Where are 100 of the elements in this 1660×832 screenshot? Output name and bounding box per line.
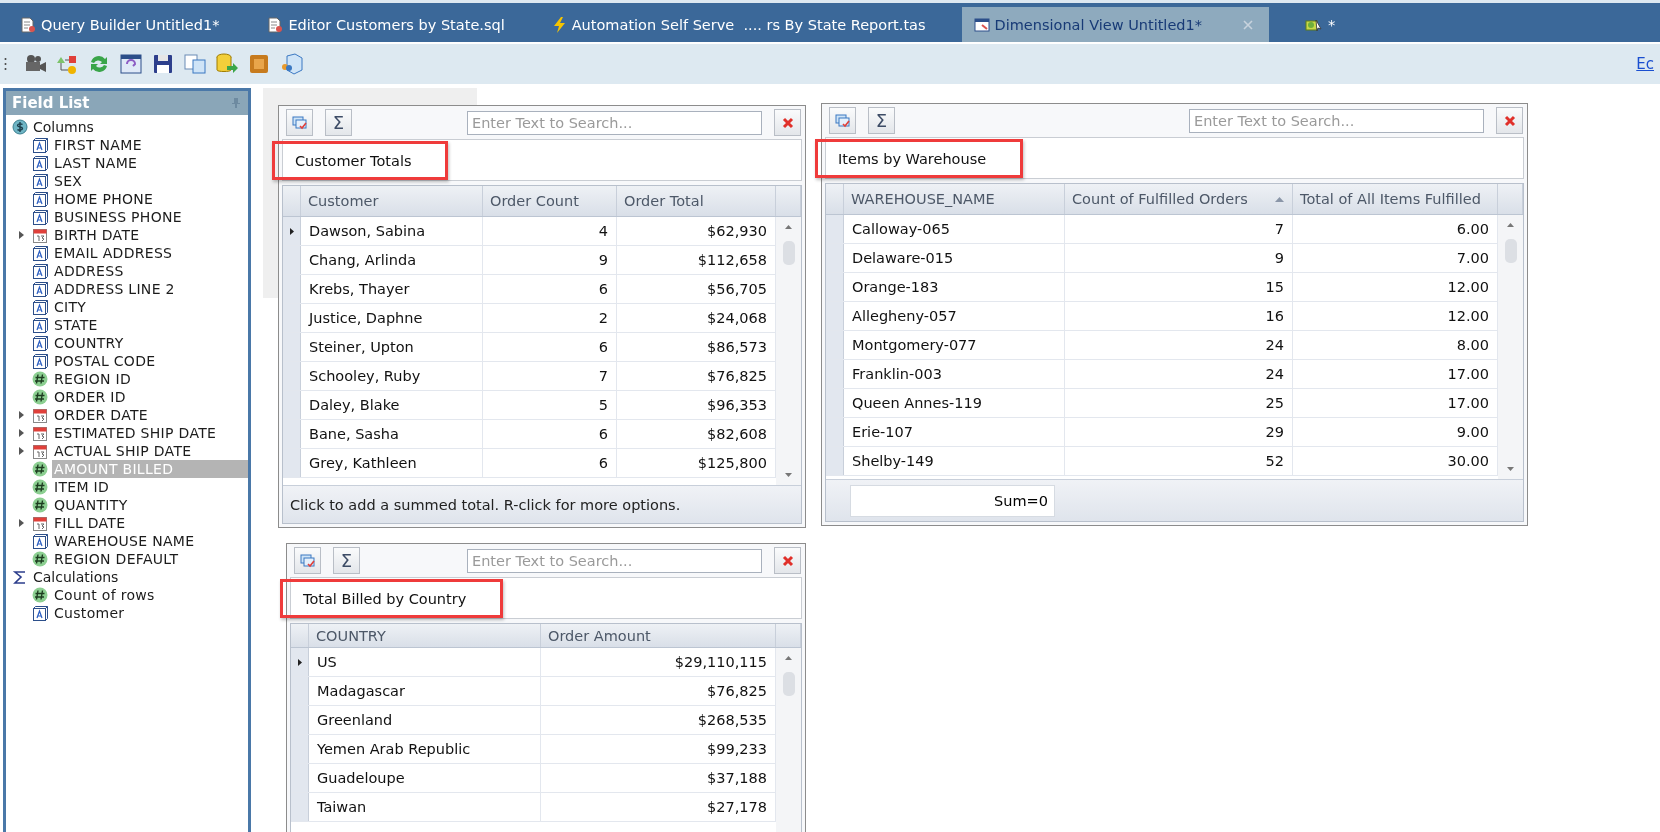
field-item[interactable]: REGION DEFAULT [52,550,181,568]
text-field-icon [32,245,48,261]
scroll-up-icon[interactable] [785,656,792,661]
expand-arrow-icon[interactable] [19,447,24,455]
document-tab[interactable]: Editor Customers by State.sql [255,7,517,42]
column-header[interactable]: Count of Fulfilled Orders [1065,184,1293,214]
diagram-icon[interactable] [55,53,79,75]
scrollbar[interactable] [776,217,801,485]
number-field-icon [32,389,48,405]
number-field-icon [32,479,48,495]
table-cell: 52 [1065,447,1293,475]
field-item[interactable]: ITEM ID [52,478,112,496]
expand-arrow-icon[interactable] [19,519,24,527]
field-item[interactable]: SEX [52,172,85,190]
options-button[interactable] [829,107,856,134]
column-header[interactable]: COUNTRY [309,624,541,648]
save-icon[interactable] [151,53,175,75]
document-tab[interactable]: Query Builder Untitled1* [8,7,232,42]
search-field[interactable]: Enter Text to Search... [1189,108,1484,133]
field-item[interactable]: EMAIL ADDRESS [52,244,175,262]
column-header[interactable]: Order Count [483,186,617,216]
camera-icon[interactable] [23,53,47,75]
scroll-up-icon[interactable] [785,225,792,229]
copy-icon[interactable] [183,53,207,75]
row-indicator[interactable] [283,217,301,245]
field-item[interactable]: COUNTRY [52,334,126,352]
table-cell: Schooley, Ruby [301,362,483,390]
tree-group-label[interactable]: Calculations [33,569,119,585]
text-field-icon [32,173,48,189]
table-cell: 7 [1065,215,1293,243]
tree-group-label[interactable]: Columns [33,119,94,135]
close-icon[interactable] [1243,19,1253,30]
cube-icon[interactable] [279,53,303,75]
field-item[interactable]: Customer [52,604,127,622]
column-header[interactable]: Order Amount [541,624,776,648]
field-item[interactable]: ORDER ID [52,388,128,406]
database-export-icon[interactable] [215,53,239,75]
expand-arrow-icon[interactable] [19,429,24,437]
row-indicator[interactable] [291,648,309,677]
field-item[interactable]: ESTIMATED SHIP DATE [52,424,219,442]
table-cell: Grey, Kathleen [301,449,483,477]
pin-icon[interactable] [232,98,240,108]
field-item[interactable]: FILL DATE [52,514,128,532]
column-header[interactable]: Total of All Items Fulfilled [1293,184,1498,214]
field-item[interactable]: Count of rows [52,586,157,604]
text-field-icon [32,353,48,369]
document-tab[interactable]: * [1293,7,1348,42]
field-item[interactable]: ACTUAL SHIP DATE [52,442,194,460]
document-tab[interactable]: Automation Self Serve .... rs By State Report.tas [540,7,938,42]
sum-button[interactable]: Σ [333,547,360,574]
scroll-thumb[interactable] [782,241,795,265]
table-cell: Shelby-149 [844,447,1065,475]
scroll-up-icon[interactable] [1507,223,1514,227]
table-cell: 16 [1065,302,1293,330]
scroll-down-icon[interactable] [785,473,792,477]
close-button[interactable] [774,109,801,136]
lightning-icon [552,16,567,33]
field-item[interactable]: POSTAL CODE [52,352,158,370]
scroll-thumb[interactable] [782,672,795,697]
field-item[interactable]: ADDRESS [52,262,126,280]
search-field[interactable]: Enter Text to Search... [467,110,762,135]
box-icon[interactable] [247,53,271,75]
scrollbar[interactable] [1498,215,1523,479]
field-item[interactable]: REGION ID [52,370,134,388]
table-cell: Delaware-015 [844,244,1065,272]
field-item[interactable]: BIRTH DATE [52,226,142,244]
column-header[interactable]: Customer [301,186,483,216]
table-cell: Steiner, Upton [301,333,483,361]
toolbar-link[interactable]: Ec [1636,55,1654,73]
field-item[interactable]: QUANTITY [52,496,130,514]
table-cell: Calloway-065 [844,215,1065,243]
options-icon [299,552,316,569]
sum-button[interactable]: Σ [325,109,352,136]
column-header[interactable]: Order Total [617,186,776,216]
scroll-thumb[interactable] [1504,239,1517,263]
close-button[interactable] [774,547,801,574]
field-item[interactable]: ORDER DATE [52,406,150,424]
field-item[interactable]: STATE [52,316,100,334]
options-button[interactable] [294,547,321,574]
expand-arrow-icon[interactable] [19,231,24,239]
text-field-icon [32,335,48,351]
field-item[interactable]: ADDRESS LINE 2 [52,280,177,298]
field-item[interactable]: HOME PHONE [52,190,156,208]
field-item[interactable]: BUSINESS PHONE [52,208,184,226]
search-field[interactable]: Enter Text to Search... [467,548,762,573]
field-item[interactable]: WAREHOUSE NAME [52,532,197,550]
table-cell: Madagascar [309,677,541,706]
field-item[interactable]: CITY [52,298,89,316]
options-icon [834,112,851,129]
field-item[interactable]: FIRST NAME [52,136,144,154]
field-item[interactable]: LAST NAME [52,154,140,172]
column-header[interactable]: WAREHOUSE_NAME [844,184,1065,214]
window-icon[interactable] [119,53,143,75]
options-button[interactable] [286,109,313,136]
expand-arrow-icon[interactable] [19,411,24,419]
sum-button[interactable]: Σ [868,107,895,134]
summary-cell[interactable]: Sum=0 [850,484,1055,517]
scroll-down-icon[interactable] [1507,467,1514,471]
document-tab[interactable]: Dimensional View Untitled1* [961,7,1269,42]
close-button[interactable] [1496,107,1523,134]
